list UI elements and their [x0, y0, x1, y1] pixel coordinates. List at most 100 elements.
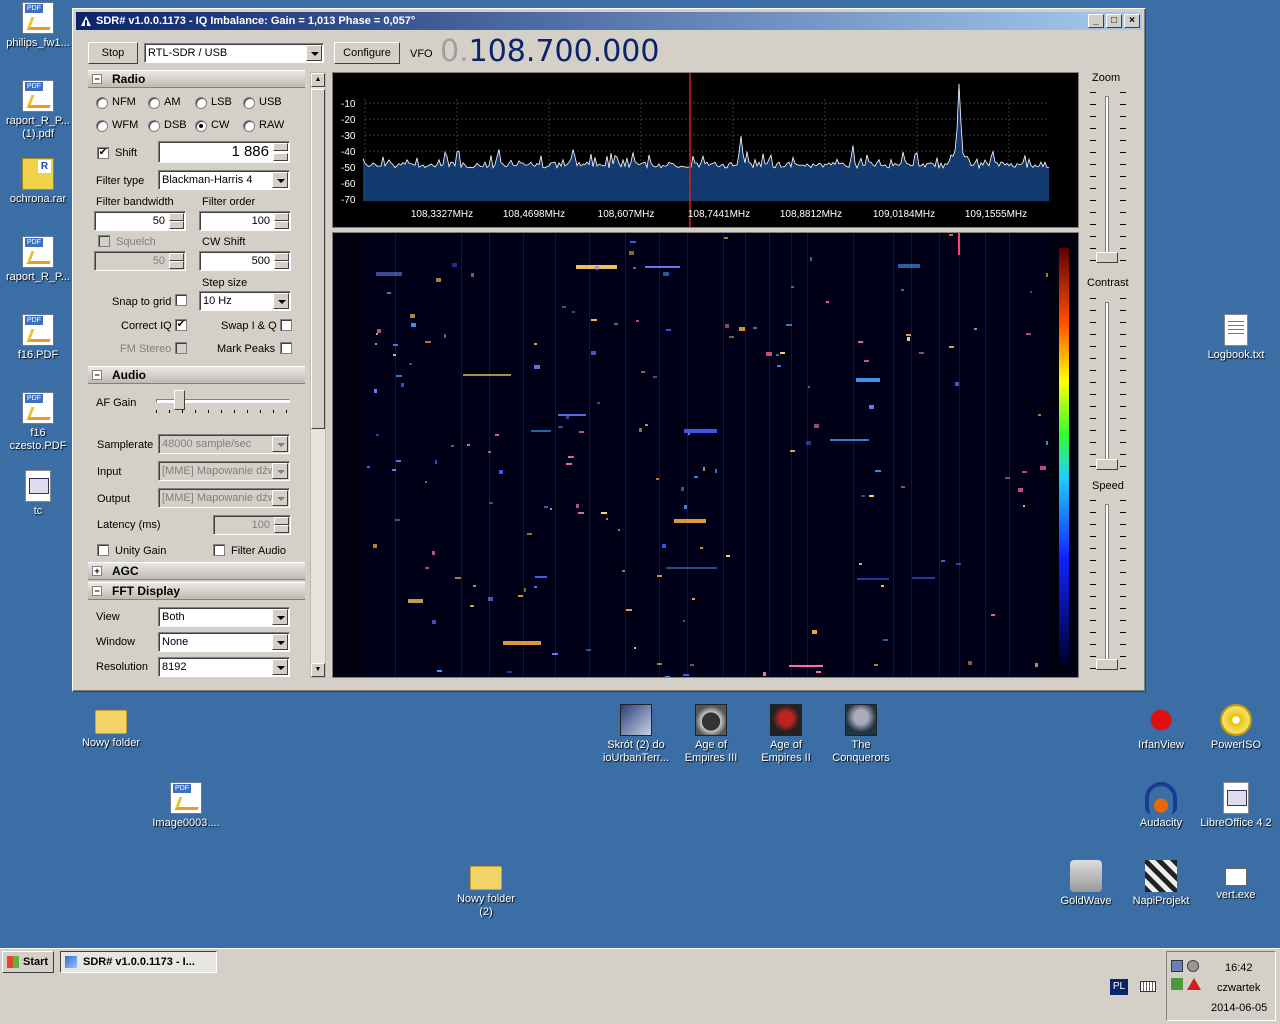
filter-order-input[interactable]: 100: [199, 211, 291, 231]
chevron-down-icon[interactable]: [272, 609, 288, 625]
resolution-select[interactable]: 8192: [158, 657, 290, 677]
desktop-icon-ochrona[interactable]: ochrona.rar: [0, 158, 76, 206]
clock-time[interactable]: 16:42: [1225, 962, 1253, 974]
device-select[interactable]: RTL-SDR / USB: [144, 43, 324, 63]
mode-am-radio[interactable]: [148, 97, 160, 109]
speed-thumb[interactable]: [1096, 659, 1118, 670]
step-size-select[interactable]: 10 Hz: [199, 291, 291, 311]
volume-icon[interactable]: [1187, 960, 1199, 972]
scroll-up-icon[interactable]: ▲: [311, 73, 325, 87]
output-device-select[interactable]: [MME] Mapowanie dźw: [158, 488, 290, 508]
mode-nfm-radio[interactable]: [96, 97, 108, 109]
close-button[interactable]: ×: [1124, 14, 1140, 28]
chevron-down-icon[interactable]: [273, 293, 289, 309]
desktop-icon-conquerors[interactable]: The Conquerors: [823, 704, 899, 765]
maximize-button[interactable]: □: [1106, 14, 1122, 28]
spin-up-icon[interactable]: [274, 213, 289, 221]
desktop-icon-raport-2[interactable]: raport_R_P...: [0, 236, 76, 284]
filter-type-select[interactable]: Blackman-Harris 4: [158, 170, 290, 190]
start-button[interactable]: Start: [2, 951, 54, 973]
agc-section-header[interactable]: + AGC: [88, 562, 305, 580]
mode-raw-radio[interactable]: [243, 120, 255, 132]
radio-section-header[interactable]: − Radio: [88, 70, 305, 88]
zoom-thumb[interactable]: [1096, 251, 1118, 263]
desktop-icon-f16-czesto[interactable]: f16 czesto.PDF: [0, 392, 76, 453]
mode-lsb-radio[interactable]: [195, 97, 207, 109]
unity-gain-checkbox[interactable]: [97, 544, 109, 556]
samplerate-select[interactable]: 48000 sample/sec: [158, 434, 290, 454]
warning-icon[interactable]: [1187, 978, 1201, 990]
spin-up-icon[interactable]: [273, 143, 288, 151]
scroll-thumb[interactable]: [311, 89, 325, 429]
desktop-icon-vert[interactable]: vert.exe: [1198, 860, 1274, 902]
spectrum-panel[interactable]: -10 -20 -30 -40 -50 -60 -70 108,3327MHz 108,469…: [332, 72, 1079, 228]
spin-up-icon[interactable]: [274, 517, 289, 525]
correct-iq-checkbox[interactable]: ✔: [175, 319, 187, 331]
chevron-down-icon[interactable]: [272, 172, 288, 188]
zoom-slider[interactable]: [1090, 92, 1126, 266]
swap-iq-checkbox[interactable]: [280, 319, 292, 331]
desktop-icon-goldwave[interactable]: GoldWave: [1048, 860, 1124, 908]
keyboard-icon[interactable]: [1140, 981, 1156, 992]
network-icon[interactable]: [1171, 960, 1183, 972]
clock-day[interactable]: czwartek: [1217, 982, 1260, 994]
latency-input[interactable]: 100: [213, 515, 291, 535]
cw-shift-input[interactable]: 500: [199, 251, 291, 271]
spin-down-icon[interactable]: [169, 261, 184, 269]
configure-button[interactable]: Configure: [334, 42, 400, 64]
mark-peaks-checkbox[interactable]: [280, 342, 292, 354]
desktop-icon-nowy-folder[interactable]: Nowy folder: [73, 704, 149, 750]
audio-section-header[interactable]: − Audio: [88, 366, 305, 384]
input-device-select[interactable]: [MME] Mapowanie dźw: [158, 461, 290, 481]
chevron-down-icon[interactable]: [272, 490, 288, 506]
chevron-down-icon[interactable]: [272, 463, 288, 479]
desktop-icon-urbanterror[interactable]: Skrót (2) do ioUrbanTerr...: [598, 704, 674, 765]
window-titlebar[interactable]: SDR# v1.0.0.1173 - IQ Imbalance: Gain = …: [76, 12, 1142, 30]
af-gain-thumb[interactable]: [174, 390, 186, 410]
spin-up-icon[interactable]: [169, 213, 184, 221]
mode-usb-radio[interactable]: [243, 97, 255, 109]
shift-checkbox[interactable]: ✔: [97, 147, 109, 159]
desktop-icon-raport-1[interactable]: raport_R_P... (1).pdf: [0, 80, 76, 141]
contrast-slider[interactable]: [1090, 298, 1126, 470]
spin-up-icon[interactable]: [274, 253, 289, 261]
desktop-icon-nowy-folder-2[interactable]: Nowy folder (2): [448, 860, 524, 919]
spin-down-icon[interactable]: [274, 261, 289, 269]
mode-dsb-radio[interactable]: [148, 120, 160, 132]
desktop-icon-tc[interactable]: tc: [0, 470, 76, 518]
spin-down-icon[interactable]: [274, 525, 289, 533]
settings-scrollbar[interactable]: ▲ ▼: [310, 72, 326, 678]
waterfall-panel[interactable]: [332, 232, 1079, 678]
scroll-down-icon[interactable]: ▼: [311, 663, 325, 677]
desktop-icon-f16[interactable]: f16.PDF: [0, 314, 76, 362]
filter-bandwidth-input[interactable]: 50: [94, 211, 186, 231]
desktop-icon-logbook[interactable]: Logbook.txt: [1198, 314, 1274, 362]
desktop-icon-philips[interactable]: philips_fw1...: [0, 2, 76, 50]
desktop-icon-irfanview[interactable]: IrfanView: [1123, 704, 1199, 752]
contrast-thumb[interactable]: [1096, 459, 1118, 470]
spin-down-icon[interactable]: [274, 221, 289, 229]
spin-up-icon[interactable]: [169, 253, 184, 261]
collapse-icon[interactable]: −: [92, 74, 102, 84]
snap-to-grid-checkbox[interactable]: [175, 294, 187, 306]
mode-cw-radio[interactable]: [195, 120, 207, 132]
safely-remove-icon[interactable]: [1171, 978, 1183, 990]
fft-section-header[interactable]: − FFT Display: [88, 582, 305, 600]
clock-date[interactable]: 2014-06-05: [1211, 1002, 1267, 1014]
mode-wfm-radio[interactable]: [96, 120, 108, 132]
spin-down-icon[interactable]: [273, 153, 288, 161]
chevron-down-icon[interactable]: [272, 659, 288, 675]
desktop-icon-aoe2[interactable]: Age of Empires II: [748, 704, 824, 765]
fm-stereo-checkbox[interactable]: [175, 342, 187, 354]
speed-slider[interactable]: [1090, 500, 1126, 670]
desktop-icon-libreoffice[interactable]: LibreOffice 4.2: [1198, 782, 1274, 830]
squelch-input[interactable]: 50: [94, 251, 186, 271]
spin-down-icon[interactable]: [169, 221, 184, 229]
chevron-down-icon[interactable]: [272, 634, 288, 650]
desktop-icon-aoe3[interactable]: Age of Empires III: [673, 704, 749, 765]
shift-input[interactable]: 1 886: [158, 141, 290, 163]
desktop-icon-audacity[interactable]: Audacity: [1123, 782, 1199, 830]
chevron-down-icon[interactable]: [306, 45, 322, 61]
vfo-frequency[interactable]: 0.108.700.000: [440, 34, 659, 70]
filter-audio-checkbox[interactable]: [213, 544, 225, 556]
